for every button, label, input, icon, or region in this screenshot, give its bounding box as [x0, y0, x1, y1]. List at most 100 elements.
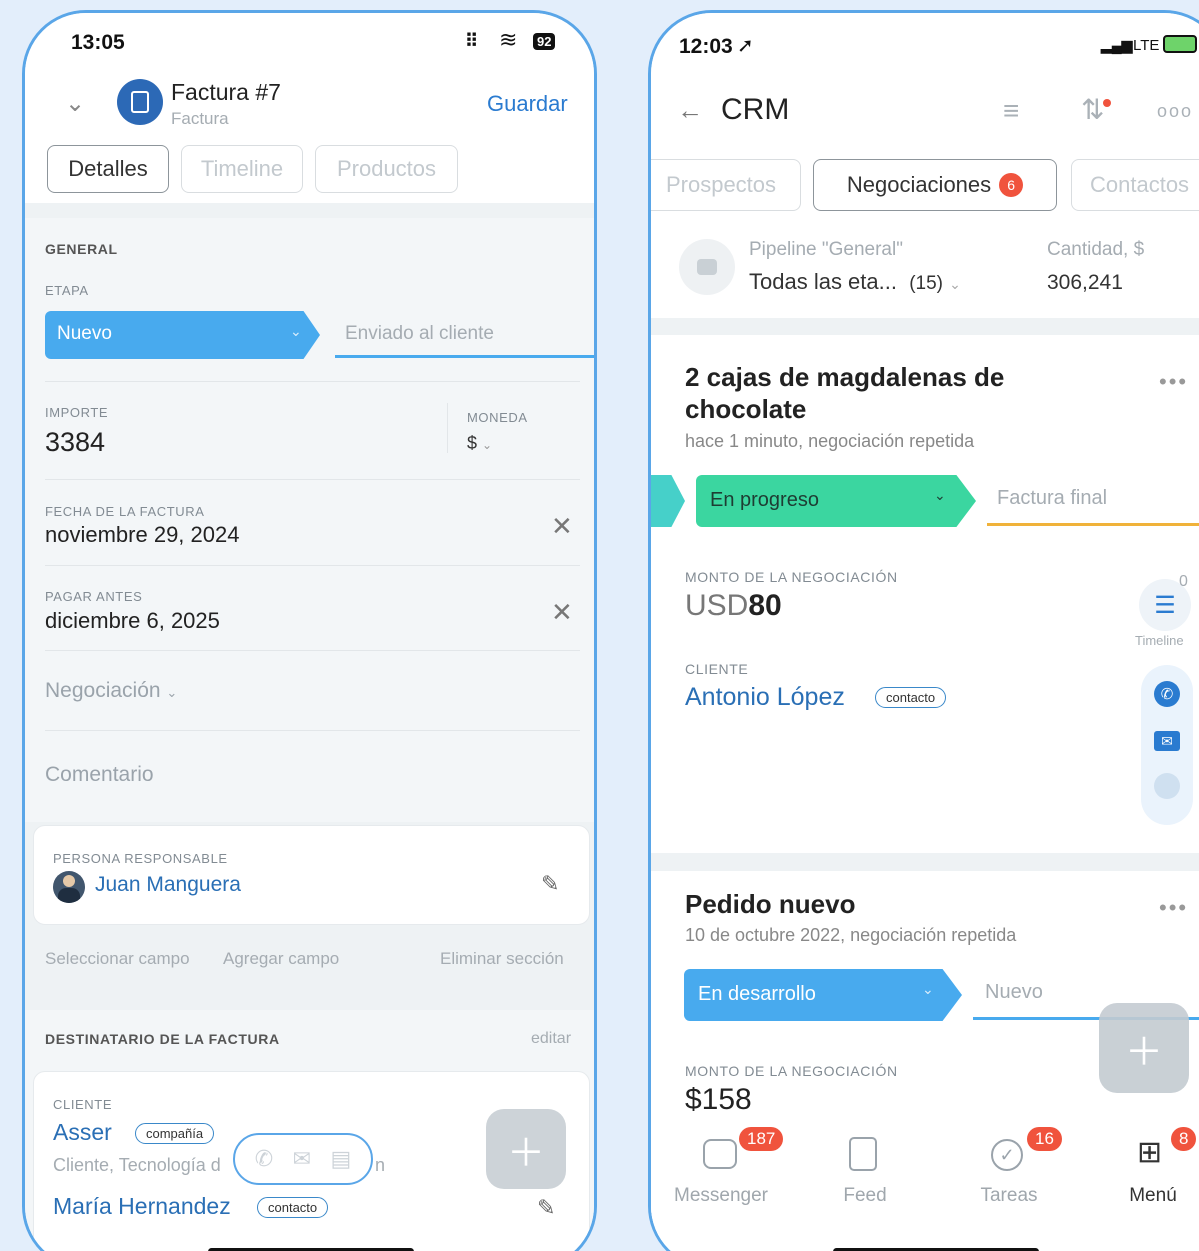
- tab-deals[interactable]: Negociaciones 6: [813, 159, 1057, 211]
- timeline-counter: 0: [1179, 573, 1188, 590]
- pipeline-label: Pipeline "General": [749, 239, 903, 260]
- deal-client-label: CLIENTE: [685, 661, 749, 677]
- invoice-date-label: FECHA DE LA FACTURA: [45, 504, 205, 519]
- sort-indicator-dot: [1103, 99, 1111, 107]
- stage-next-underline: [335, 355, 594, 358]
- stage-next[interactable]: Enviado al cliente: [345, 323, 494, 345]
- menu-grid-icon[interactable]: ⊞: [1137, 1135, 1162, 1170]
- chat-icon[interactable]: [703, 1139, 737, 1169]
- deal-amount: USD80: [685, 589, 782, 622]
- chat-icon[interactable]: ▤: [330, 1146, 351, 1172]
- nav-messenger[interactable]: Messenger: [661, 1185, 781, 1207]
- signal-icon: ⠿: [465, 31, 479, 51]
- select-field-link[interactable]: Seleccionar campo: [45, 949, 190, 969]
- nav-feed[interactable]: Feed: [805, 1185, 925, 1207]
- responsible-link[interactable]: Juan Manguera: [95, 873, 241, 897]
- messenger-badge: 187: [739, 1127, 784, 1151]
- call-icon[interactable]: ✆: [1154, 681, 1180, 707]
- deal-more-icon[interactable]: •••: [1159, 369, 1188, 395]
- section-title-general: GENERAL: [45, 241, 118, 257]
- status-time: 13:05: [71, 31, 125, 54]
- tab-details[interactable]: Detalles: [47, 145, 169, 193]
- stage-dropdown-icon: ⌄: [290, 323, 302, 339]
- check-icon[interactable]: ✓: [991, 1139, 1023, 1171]
- clear-pay-before-icon[interactable]: ✕: [551, 597, 573, 628]
- deal-select[interactable]: Negociación ⌄: [45, 679, 177, 703]
- edit-recipient-link[interactable]: editar: [531, 1030, 571, 1048]
- stage-current-button[interactable]: En progreso ⌄: [696, 475, 976, 527]
- page-title: CRM: [721, 93, 790, 126]
- general-section: [25, 218, 594, 822]
- add-field-link[interactable]: Agregar campo: [223, 949, 339, 969]
- location-arrow-icon: ➚: [737, 35, 754, 57]
- pipeline-amount-label: Cantidad, $: [1047, 239, 1145, 260]
- delete-section-link[interactable]: Eliminar sección: [440, 949, 564, 969]
- client-description-tail: n: [375, 1155, 386, 1175]
- invoice-date-field[interactable]: noviembre 29, 2024: [45, 522, 239, 548]
- edit-pencil-icon[interactable]: ✎: [541, 871, 559, 897]
- deal-amount-label: MONTO DE LA NEGOCIACIÓN: [685, 569, 898, 585]
- stage-label: ETAPA: [45, 283, 89, 298]
- deal-more-icon[interactable]: •••: [1159, 895, 1188, 921]
- clear-date-icon[interactable]: ✕: [551, 511, 573, 542]
- nav-menu[interactable]: Menú: [1093, 1185, 1199, 1207]
- pipeline-amount: 306,241: [1047, 271, 1123, 294]
- contact-link[interactable]: María Hernandez: [53, 1193, 231, 1220]
- page-title: Factura #7: [171, 79, 281, 105]
- pay-before-field[interactable]: diciembre 6, 2025: [45, 608, 220, 634]
- stage-current-button[interactable]: En desarrollo ⌄: [684, 969, 962, 1021]
- deals-badge: 6: [999, 173, 1024, 197]
- add-button[interactable]: ＋: [486, 1109, 566, 1189]
- currency-select[interactable]: $ ⌄: [467, 433, 492, 454]
- pay-before-label: PAGAR ANTES: [45, 589, 143, 604]
- sort-icon[interactable]: ⇅: [1081, 93, 1104, 126]
- avatar: [53, 871, 85, 903]
- amount-label: IMPORTE: [45, 405, 109, 420]
- currency-label: MONEDA: [467, 410, 528, 425]
- chevron-down-icon[interactable]: ⌄: [65, 89, 85, 118]
- mail-icon[interactable]: ✉: [1154, 731, 1180, 751]
- nav-tasks[interactable]: Tareas: [949, 1185, 1069, 1207]
- pipeline-icon: [679, 239, 735, 295]
- tab-prospects[interactable]: Prospectos: [651, 159, 801, 211]
- add-button[interactable]: ＋: [1099, 1003, 1189, 1093]
- feed-icon[interactable]: [849, 1137, 877, 1171]
- mail-icon[interactable]: ✉: [293, 1146, 311, 1172]
- deal-meta: hace 1 minuto, negociación repetida: [685, 431, 975, 451]
- deal-title[interactable]: Pedido nuevo: [685, 889, 855, 920]
- deal-amount: $158: [685, 1083, 752, 1116]
- stage-next[interactable]: Nuevo: [985, 981, 1043, 1004]
- chat-icon[interactable]: [1154, 773, 1180, 799]
- pipeline-stage-select[interactable]: Todas las eta... (15) ⌄: [749, 269, 961, 295]
- stage-current-button[interactable]: Nuevo ⌄: [45, 311, 320, 359]
- edit-contact-icon[interactable]: ✎: [537, 1195, 555, 1221]
- client-description: Cliente, Tecnología d: [53, 1155, 221, 1175]
- deal-meta: 10 de octubre 2022, negociación repetida: [685, 925, 1017, 945]
- more-icon[interactable]: ooo: [1157, 101, 1193, 122]
- tab-timeline[interactable]: Timeline: [181, 145, 303, 193]
- deal-client-link[interactable]: Antonio López: [685, 683, 845, 712]
- phone-crm: 12:03 ➚ ▂▄▆ LTE ← CRM ≡ ⇅ ooo Prospectos…: [648, 10, 1199, 1251]
- client-link[interactable]: Asser: [53, 1119, 112, 1146]
- responsible-label: PERSONA RESPONSABLE: [53, 851, 228, 866]
- quick-actions: ✆ ✉: [1141, 665, 1193, 825]
- deal-amount-label: MONTO DE LA NEGOCIACIÓN: [685, 1063, 898, 1079]
- tab-contacts[interactable]: Contactos: [1071, 159, 1199, 211]
- back-arrow-icon[interactable]: ←: [677, 95, 703, 126]
- tasks-badge: 16: [1027, 1127, 1062, 1151]
- stage-current-label: En desarrollo: [698, 983, 816, 1005]
- stage-next[interactable]: Factura final: [997, 487, 1107, 510]
- deal-title[interactable]: 2 cajas de magdalenas de chocolate: [685, 361, 1065, 425]
- amount-field[interactable]: 3384: [45, 427, 105, 458]
- comment-field[interactable]: Comentario: [45, 763, 154, 787]
- client-tag: compañía: [135, 1123, 215, 1144]
- invoice-icon: [117, 79, 163, 125]
- status-time: 12:03: [679, 35, 733, 58]
- phone-icon[interactable]: ✆: [255, 1146, 273, 1172]
- filter-icon[interactable]: ≡: [1003, 95, 1019, 127]
- network-label: LTE: [1133, 37, 1160, 54]
- stage-next-underline: [987, 523, 1199, 526]
- wifi-icon: ≋: [499, 27, 518, 52]
- save-button[interactable]: Guardar: [487, 91, 568, 117]
- tab-products[interactable]: Productos: [315, 145, 458, 193]
